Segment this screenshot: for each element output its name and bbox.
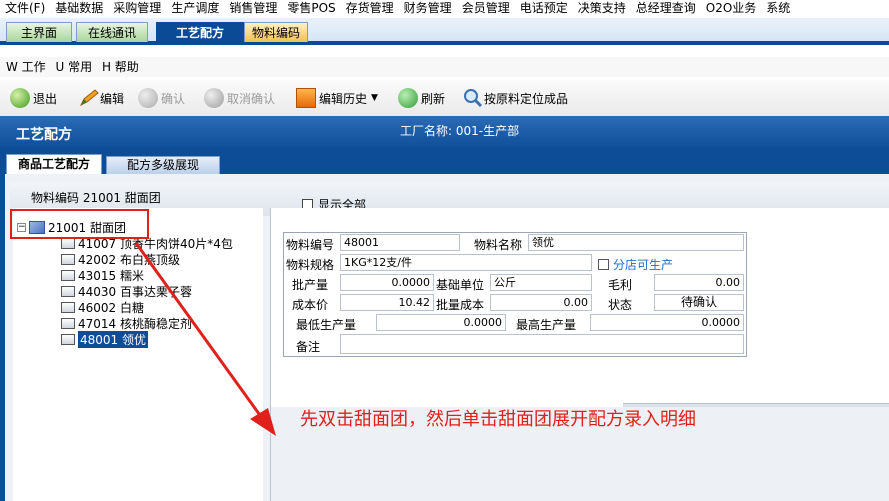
annotation-text: 先双击甜面团，然后单击甜面团展开配方录入明细 xyxy=(300,409,696,430)
